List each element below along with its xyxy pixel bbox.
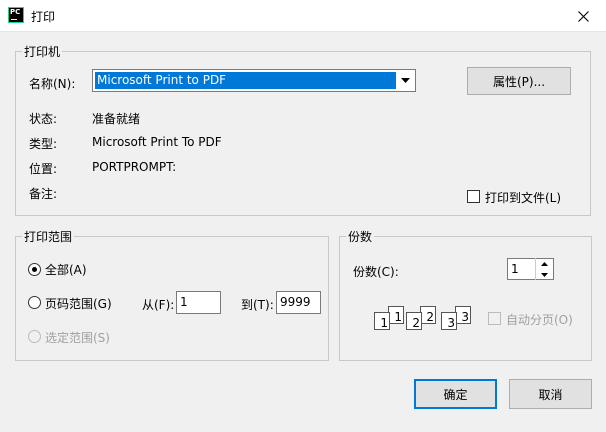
page-range-label[interactable]: 页码范围(G) <box>45 295 112 312</box>
collate-page-icon: 3 <box>455 306 471 324</box>
status-label: 状态: <box>29 112 58 126</box>
printer-group-legend: 打印机 <box>24 45 61 59</box>
spin-up-icon[interactable] <box>536 258 553 269</box>
comment-label: 备注: <box>29 187 58 201</box>
close-icon <box>577 10 589 22</box>
cancel-button[interactable]: 取消 <box>509 379 592 409</box>
selection-radio[interactable] <box>28 330 41 343</box>
copies-spinner[interactable] <box>535 258 553 280</box>
collate-checkbox[interactable] <box>488 312 501 325</box>
location-label: 位置: <box>29 162 58 176</box>
copies-legend: 份数 <box>348 230 373 244</box>
properties-button[interactable]: 属性(P)... <box>467 67 571 95</box>
printer-name-value: Microsoft Print to PDF <box>95 72 396 89</box>
collate-page-icon: 1 <box>388 306 404 324</box>
print-range-legend: 打印范围 <box>24 230 73 244</box>
from-page-input[interactable]: 1 <box>176 291 221 314</box>
printer-name-label: 名称(N): <box>29 77 76 91</box>
to-label: 到(T): <box>241 298 274 312</box>
from-label: 从(F): <box>142 298 175 312</box>
chevron-down-icon[interactable] <box>397 71 414 90</box>
printer-name-select[interactable]: Microsoft Print to PDF <box>92 69 416 92</box>
title-bar: PC 打印 <box>0 0 606 32</box>
spin-down-icon[interactable] <box>536 269 553 280</box>
copies-label: 份数(C): <box>353 265 399 279</box>
print-to-file-checkbox[interactable] <box>467 190 480 203</box>
type-label: 类型: <box>29 137 58 151</box>
collate-page-icon: 3 <box>441 312 457 330</box>
copies-group: 份数 <box>339 228 592 361</box>
pycharm-icon: PC <box>8 7 24 23</box>
collate-page-icon: 2 <box>420 306 436 324</box>
window-title: 打印 <box>31 10 56 24</box>
collate-page-icon: 2 <box>406 312 422 330</box>
location-value: PORTPROMPT: <box>92 160 177 174</box>
type-value: Microsoft Print To PDF <box>92 135 222 149</box>
all-pages-label[interactable]: 全部(A) <box>45 261 87 278</box>
to-page-input[interactable]: 9999 <box>276 291 321 314</box>
ok-button[interactable]: 确定 <box>414 379 497 409</box>
selection-label: 选定范围(S) <box>45 331 110 345</box>
print-to-file-label[interactable]: 打印到文件(L) <box>485 189 561 206</box>
all-pages-radio[interactable] <box>28 263 41 276</box>
status-value: 准备就绪 <box>92 112 141 126</box>
page-range-radio[interactable] <box>28 296 41 309</box>
collate-label: 自动分页(O) <box>506 313 573 327</box>
close-button[interactable] <box>560 0 606 32</box>
collate-page-icon: 1 <box>374 312 390 330</box>
